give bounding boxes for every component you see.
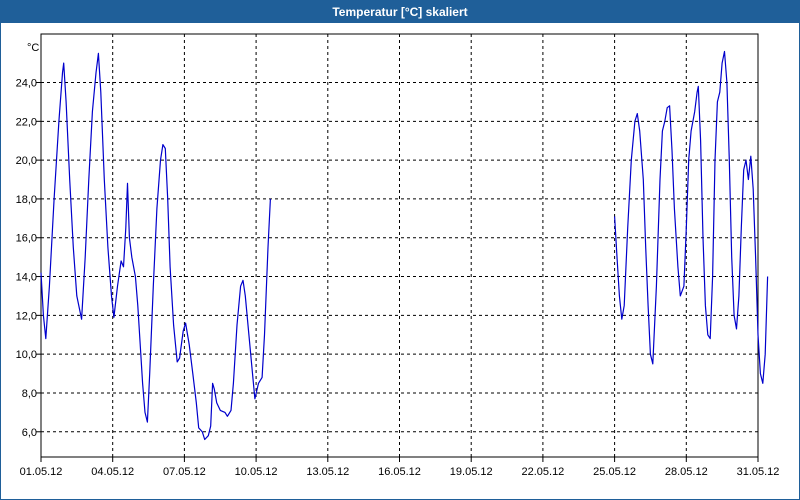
- x-tick-label: 28.05.12: [665, 466, 708, 478]
- y-tick-label: 18,0: [16, 194, 37, 206]
- x-tick-label: 19.05.12: [450, 466, 493, 478]
- series-group: [40, 50, 769, 441]
- x-tick-label: 22.05.12: [521, 466, 564, 478]
- window-title: Temperatur [°C] skaliert: [1, 1, 799, 23]
- y-tick-label: 16,0: [16, 233, 37, 245]
- y-tick-label: 24,0: [16, 78, 37, 90]
- temperature-series-line-segment-2: [614, 50, 769, 384]
- x-tick-label: 07.05.12: [163, 466, 206, 478]
- x-tick-label: 25.05.12: [593, 466, 636, 478]
- y-tick-label: 22,0: [16, 116, 37, 128]
- y-tick-label: 10,0: [16, 349, 37, 361]
- y-tick-label: 6,0: [22, 427, 37, 439]
- x-tick-label: 13.05.12: [306, 466, 349, 478]
- y-axis-unit-label: °C: [27, 42, 39, 54]
- x-tick-label: 04.05.12: [91, 466, 134, 478]
- y-axis: 6,0 8,0 10,0 12,0 14,0 16,0 18,0 20,0 22,0 24,0: [16, 78, 41, 439]
- x-tick-label: 16.05.12: [378, 466, 421, 478]
- x-tick-label: 10.05.12: [235, 466, 278, 478]
- x-tick-label: 31.05.12: [737, 466, 780, 478]
- x-tick-label: 01.05.12: [20, 466, 63, 478]
- temperature-chart: 6,0 8,0 10,0 12,0 14,0 16,0 18,0 20,0 22,0 24,0 0…: [16, 33, 780, 478]
- temperature-series-line-segment-1: [40, 52, 271, 441]
- y-tick-label: 12,0: [16, 310, 37, 322]
- y-tick-label: 20,0: [16, 155, 37, 167]
- chart-window: Temperatur [°C] skaliert 6,0 8,0 10,0 12,0 1…: [0, 0, 800, 500]
- y-tick-label: 8,0: [22, 388, 37, 400]
- x-axis: 01.05.12 04.05.12 07.05.12 10.05.12 13.05.12…: [20, 457, 780, 478]
- y-tick-label: 14,0: [16, 272, 37, 284]
